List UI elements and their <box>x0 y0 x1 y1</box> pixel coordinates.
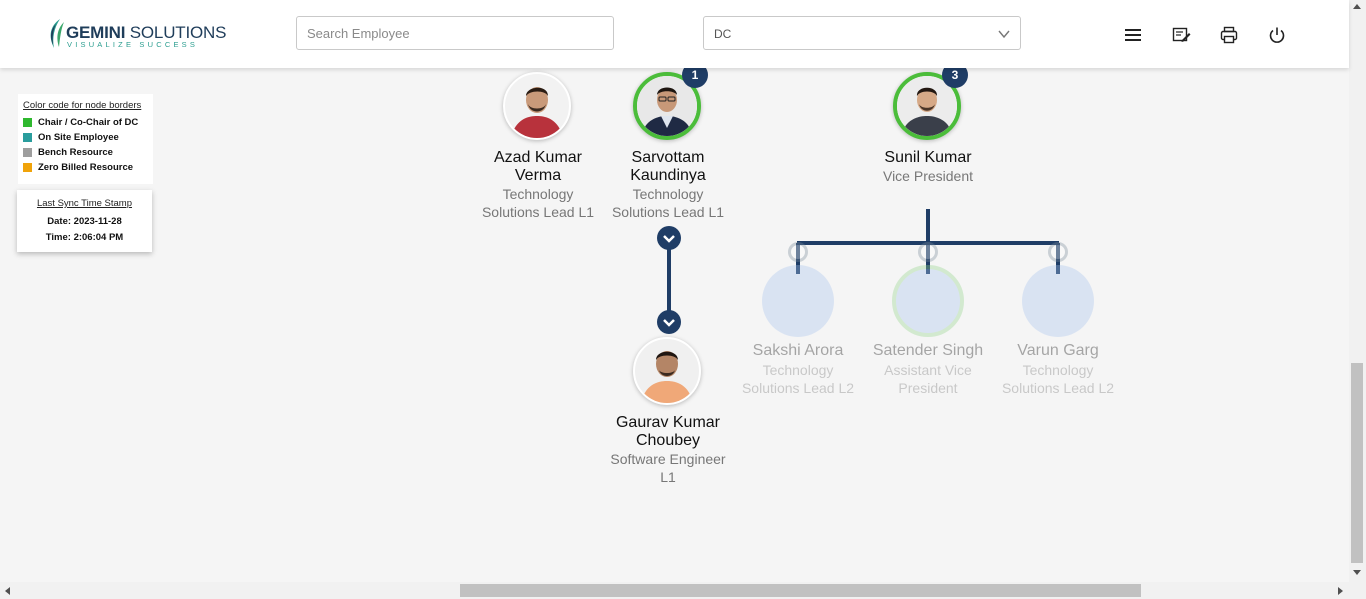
employee-role: Assistant Vice President <box>884 362 972 396</box>
employee-name: Varun Garg <box>1017 342 1099 359</box>
chevron-down-icon <box>663 235 675 243</box>
search-employee-input[interactable] <box>296 16 614 50</box>
employee-role: Technology Solutions Lead L1 <box>611 186 725 220</box>
horizontal-scroll-thumb[interactable] <box>460 584 1141 597</box>
print-button[interactable] <box>1218 24 1240 46</box>
expand-toggle-button[interactable] <box>657 310 681 334</box>
org-node-sakshi[interactable]: Sakshi Arora Technology Solutions Lead L… <box>733 240 863 400</box>
employee-name: Sarvottam Kaundinya <box>630 149 706 184</box>
person-photo-icon <box>635 339 699 403</box>
person-photo-icon <box>505 74 569 138</box>
scroll-left-icon[interactable] <box>5 587 10 595</box>
expand-toggle-button[interactable] <box>657 226 681 250</box>
employee-role: Technology Solutions Lead L1 <box>481 186 595 220</box>
org-node-satender[interactable]: Satender Singh Assistant Vice President <box>863 240 993 400</box>
expand-dot-icon <box>1048 242 1068 262</box>
menu-button[interactable] <box>1122 24 1144 46</box>
expand-dot-icon <box>918 242 938 262</box>
gemini-logo[interactable]: GEMINI SOLUTIONS VISUALIZE SUCCESS <box>46 18 226 52</box>
print-icon <box>1220 26 1238 44</box>
power-icon <box>1269 27 1285 43</box>
scroll-right-icon[interactable] <box>1338 587 1343 595</box>
dc-select-value: DC <box>714 27 732 41</box>
employee-role: Software Engineer L1 <box>610 451 726 485</box>
scroll-up-icon[interactable] <box>1353 4 1361 9</box>
avatar <box>503 72 571 140</box>
employee-role: Technology Solutions Lead L2 <box>741 362 855 396</box>
org-node-sunil[interactable]: 3 Sunil Kumar Vice President <box>863 62 993 192</box>
edit-note-icon <box>1172 27 1191 42</box>
employee-role: Vice President <box>882 168 973 184</box>
avatar-placeholder <box>762 265 834 337</box>
dc-select[interactable]: DC <box>703 16 1021 50</box>
chevron-down-icon <box>663 319 675 327</box>
app-header: GEMINI SOLUTIONS VISUALIZE SUCCESS DC <box>0 0 1349 68</box>
vertical-scroll-thumb[interactable] <box>1351 363 1363 563</box>
org-node-azad[interactable]: Azad Kumar Verma Technology Solutions Le… <box>473 72 603 232</box>
employee-role: Technology Solutions Lead L2 <box>1001 362 1115 396</box>
org-node-gaurav[interactable]: Gaurav Kumar Choubey Software Engineer L… <box>603 337 733 497</box>
logout-button[interactable] <box>1266 24 1288 46</box>
avatar <box>633 337 701 405</box>
org-node-varun[interactable]: Varun Garg Technology Solutions Lead L2 <box>993 240 1123 400</box>
org-node-sarvottam[interactable]: 1 Sarvottam Kaundinya Technology Solutio… <box>603 62 733 232</box>
menu-icon <box>1125 29 1141 41</box>
avatar-placeholder <box>1022 265 1094 337</box>
employee-name: Sunil Kumar <box>884 149 972 166</box>
avatar-placeholder <box>892 265 964 337</box>
brand-tagline: VISUALIZE SUCCESS <box>67 40 199 49</box>
expand-dot-icon <box>788 242 808 262</box>
employee-name: Satender Singh <box>872 342 984 359</box>
chevron-down-icon <box>998 30 1010 39</box>
edit-note-button[interactable] <box>1170 24 1192 46</box>
employee-name: Gaurav Kumar Choubey <box>615 414 721 449</box>
scroll-down-icon[interactable] <box>1353 570 1361 575</box>
employee-name: Sakshi Arora <box>752 342 844 359</box>
employee-name: Azad Kumar Verma <box>493 149 583 184</box>
leaf-logo-icon <box>50 19 64 48</box>
